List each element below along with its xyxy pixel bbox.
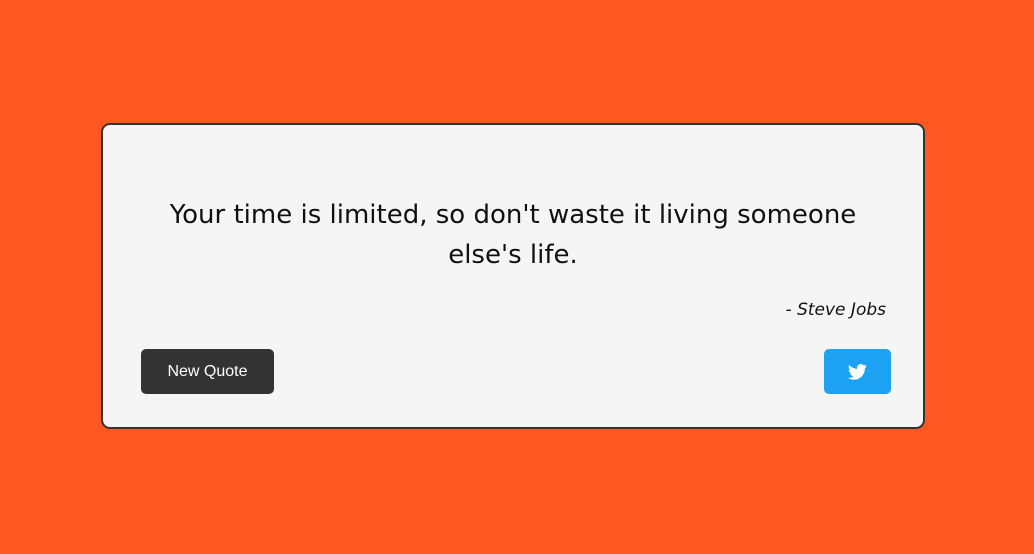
quote-text: Your time is limited, so don't waste it … <box>169 200 857 270</box>
quote-card: Your time is limited, so don't waste it … <box>101 123 925 429</box>
new-quote-button[interactable]: New Quote <box>141 349 274 394</box>
twitter-icon <box>848 363 867 380</box>
quote-author: - Steve Jobs <box>785 300 886 320</box>
tweet-button[interactable] <box>824 349 891 394</box>
